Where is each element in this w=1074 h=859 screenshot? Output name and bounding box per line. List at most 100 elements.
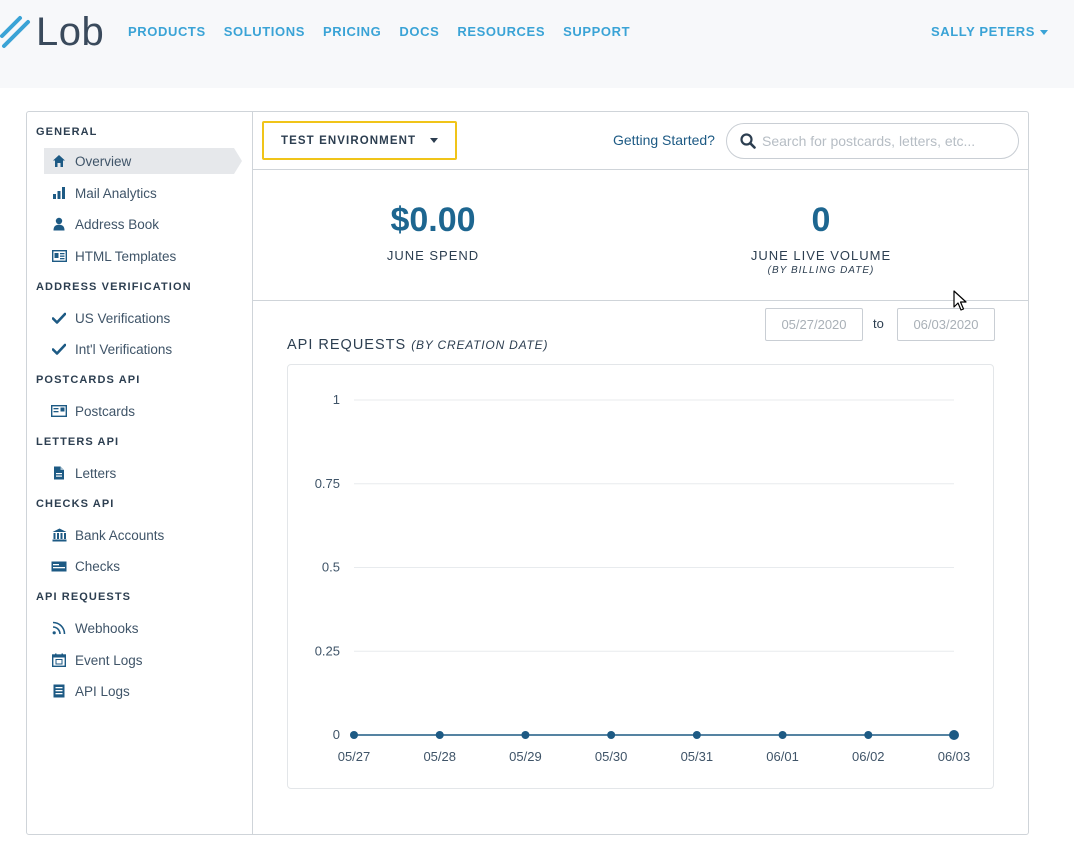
sidebar-item-overview[interactable]: Overview	[44, 148, 242, 174]
june-volume-label: JUNE LIVE VOLUME	[750, 248, 892, 263]
sidebar-section-letters-api: LETTERS API	[36, 436, 120, 448]
sidebar-item-intl-verifications[interactable]: Int'l Verifications	[44, 336, 234, 362]
y-tick-label: 0.25	[315, 643, 340, 658]
nav-resources[interactable]: RESOURCES	[457, 23, 545, 41]
sidebar-item-label: HTML Templates	[75, 248, 177, 264]
chart-title-main: API REQUESTS	[287, 337, 407, 353]
june-volume-sublabel: (BY BILLING DATE)	[767, 265, 875, 276]
june-spend-stat: $0.00 JUNE SPEND	[313, 200, 553, 264]
sidebar-section-address-verification: ADDRESS VERIFICATION	[36, 281, 192, 293]
sidebar-item-label: Overview	[75, 153, 132, 169]
search-box[interactable]	[726, 123, 1019, 159]
sidebar-item-label: Event Logs	[75, 652, 143, 668]
sidebar-item-event-logs[interactable]: Event Logs	[44, 647, 234, 673]
y-tick-label: 0	[333, 727, 340, 742]
sidebar-section-checks-api: CHECKS API	[36, 498, 115, 510]
sidebar-item-label: Postcards	[75, 403, 136, 419]
chevron-down-icon	[430, 138, 439, 143]
june-spend-label: JUNE SPEND	[386, 248, 480, 263]
sidebar-item-label: Address Book	[75, 216, 160, 232]
sidebar-item-bank-accounts[interactable]: Bank Accounts	[44, 522, 234, 548]
getting-started-link[interactable]: Getting Started?	[613, 131, 715, 149]
search-input[interactable]	[762, 133, 1002, 149]
check-icon	[51, 341, 67, 357]
environment-label: TEST ENVIRONMENT	[281, 134, 417, 147]
chart-svg: 0 0.25 0.5 0.75 1 05/27 05/28 05/29 05/30 05/31 06…	[315, 392, 971, 764]
sidebar-item-label: Letters	[75, 465, 117, 481]
chart-title: API REQUESTS (BY CREATION DATE)	[287, 336, 548, 354]
x-tick-label: 05/28	[423, 749, 456, 764]
sidebar: GENERAL Overview Mail Analytics Address …	[27, 112, 253, 834]
sidebar-item-label: Checks	[75, 558, 121, 574]
nav-support[interactable]: SUPPORT	[563, 23, 630, 41]
sidebar-item-letters[interactable]: Letters	[44, 460, 234, 486]
x-tick-label: 06/03	[938, 749, 971, 764]
sidebar-item-address-book[interactable]: Address Book	[44, 211, 234, 237]
data-point	[607, 731, 616, 739]
check-card-icon	[51, 558, 67, 574]
stats-divider	[253, 300, 1029, 301]
y-tick-label: 1	[333, 392, 340, 407]
list-icon	[51, 683, 67, 699]
postcard-icon	[51, 403, 67, 419]
nav-products[interactable]: PRODUCTS	[128, 23, 206, 41]
sidebar-section-postcards-api: POSTCARDS API	[36, 374, 141, 386]
x-tick-label: 05/30	[595, 749, 628, 764]
user-name: SALLY PETERS	[930, 24, 1035, 39]
x-tick-label: 05/27	[338, 749, 371, 764]
nav-solutions[interactable]: SOLUTIONS	[224, 23, 305, 41]
june-volume-value: 0	[811, 201, 831, 239]
user-icon	[51, 216, 67, 232]
date-from-input[interactable]: 05/27/2020	[765, 308, 863, 341]
data-point	[778, 731, 787, 739]
sidebar-item-mail-analytics[interactable]: Mail Analytics	[44, 180, 234, 206]
rss-icon	[51, 620, 67, 636]
x-tick-label: 06/01	[766, 749, 799, 764]
header-divider	[253, 169, 1029, 170]
bar-chart-icon	[51, 185, 67, 201]
main-nav: PRODUCTS SOLUTIONS PRICING DOCS RESOURCE…	[128, 23, 648, 41]
main-content: TEST ENVIRONMENT Getting Started? $0.00 …	[253, 112, 1029, 834]
date-to-input[interactable]: 06/03/2020	[897, 308, 995, 341]
sidebar-section-general: GENERAL	[36, 126, 98, 138]
sidebar-item-label: API Logs	[75, 683, 130, 699]
sidebar-item-label: US Verifications	[75, 310, 171, 326]
search-icon	[740, 133, 756, 149]
chart-title-sub: (BY CREATION DATE)	[411, 338, 549, 352]
nav-pricing[interactable]: PRICING	[323, 23, 381, 41]
june-spend-value: $0.00	[390, 201, 476, 239]
y-tick-label: 0.5	[322, 560, 340, 575]
dashboard-frame: GENERAL Overview Mail Analytics Address …	[26, 111, 1029, 835]
chevron-down-icon	[1040, 29, 1048, 35]
data-point	[949, 730, 959, 740]
sidebar-item-webhooks[interactable]: Webhooks	[44, 615, 234, 641]
sidebar-item-label: Webhooks	[75, 620, 139, 636]
check-icon	[51, 310, 67, 326]
template-icon	[51, 248, 67, 264]
api-requests-chart: 0 0.25 0.5 0.75 1 05/27 05/28 05/29 05/30 05/31 06…	[287, 364, 994, 789]
sidebar-item-label: Int'l Verifications	[75, 341, 173, 357]
data-point	[864, 731, 873, 739]
mouse-cursor-icon	[953, 290, 967, 311]
lob-logo[interactable]: Lob	[0, 10, 104, 54]
sidebar-item-us-verifications[interactable]: US Verifications	[44, 305, 234, 331]
x-tick-label: 05/31	[681, 749, 714, 764]
environment-dropdown[interactable]: TEST ENVIRONMENT	[262, 121, 457, 160]
bank-icon	[51, 527, 67, 543]
data-point	[692, 731, 701, 739]
june-volume-stat: 0 JUNE LIVE VOLUME (BY BILLING DATE)	[701, 200, 941, 277]
date-to-label: to	[873, 316, 884, 331]
calendar-icon	[51, 652, 67, 668]
sidebar-item-postcards[interactable]: Postcards	[44, 398, 234, 424]
sidebar-item-checks[interactable]: Checks	[44, 553, 234, 579]
logo-slashes-icon	[0, 16, 30, 48]
user-menu[interactable]: SALLY PETERS	[931, 23, 1048, 41]
nav-docs[interactable]: DOCS	[399, 23, 439, 41]
x-tick-label: 05/29	[509, 749, 542, 764]
sidebar-item-label: Mail Analytics	[75, 185, 157, 201]
top-navbar: Lob PRODUCTS SOLUTIONS PRICING DOCS RESO…	[0, 0, 1074, 88]
sidebar-item-html-templates[interactable]: HTML Templates	[44, 243, 234, 269]
sidebar-item-api-logs[interactable]: API Logs	[44, 678, 234, 704]
data-point	[435, 731, 444, 739]
y-tick-label: 0.75	[315, 476, 340, 491]
